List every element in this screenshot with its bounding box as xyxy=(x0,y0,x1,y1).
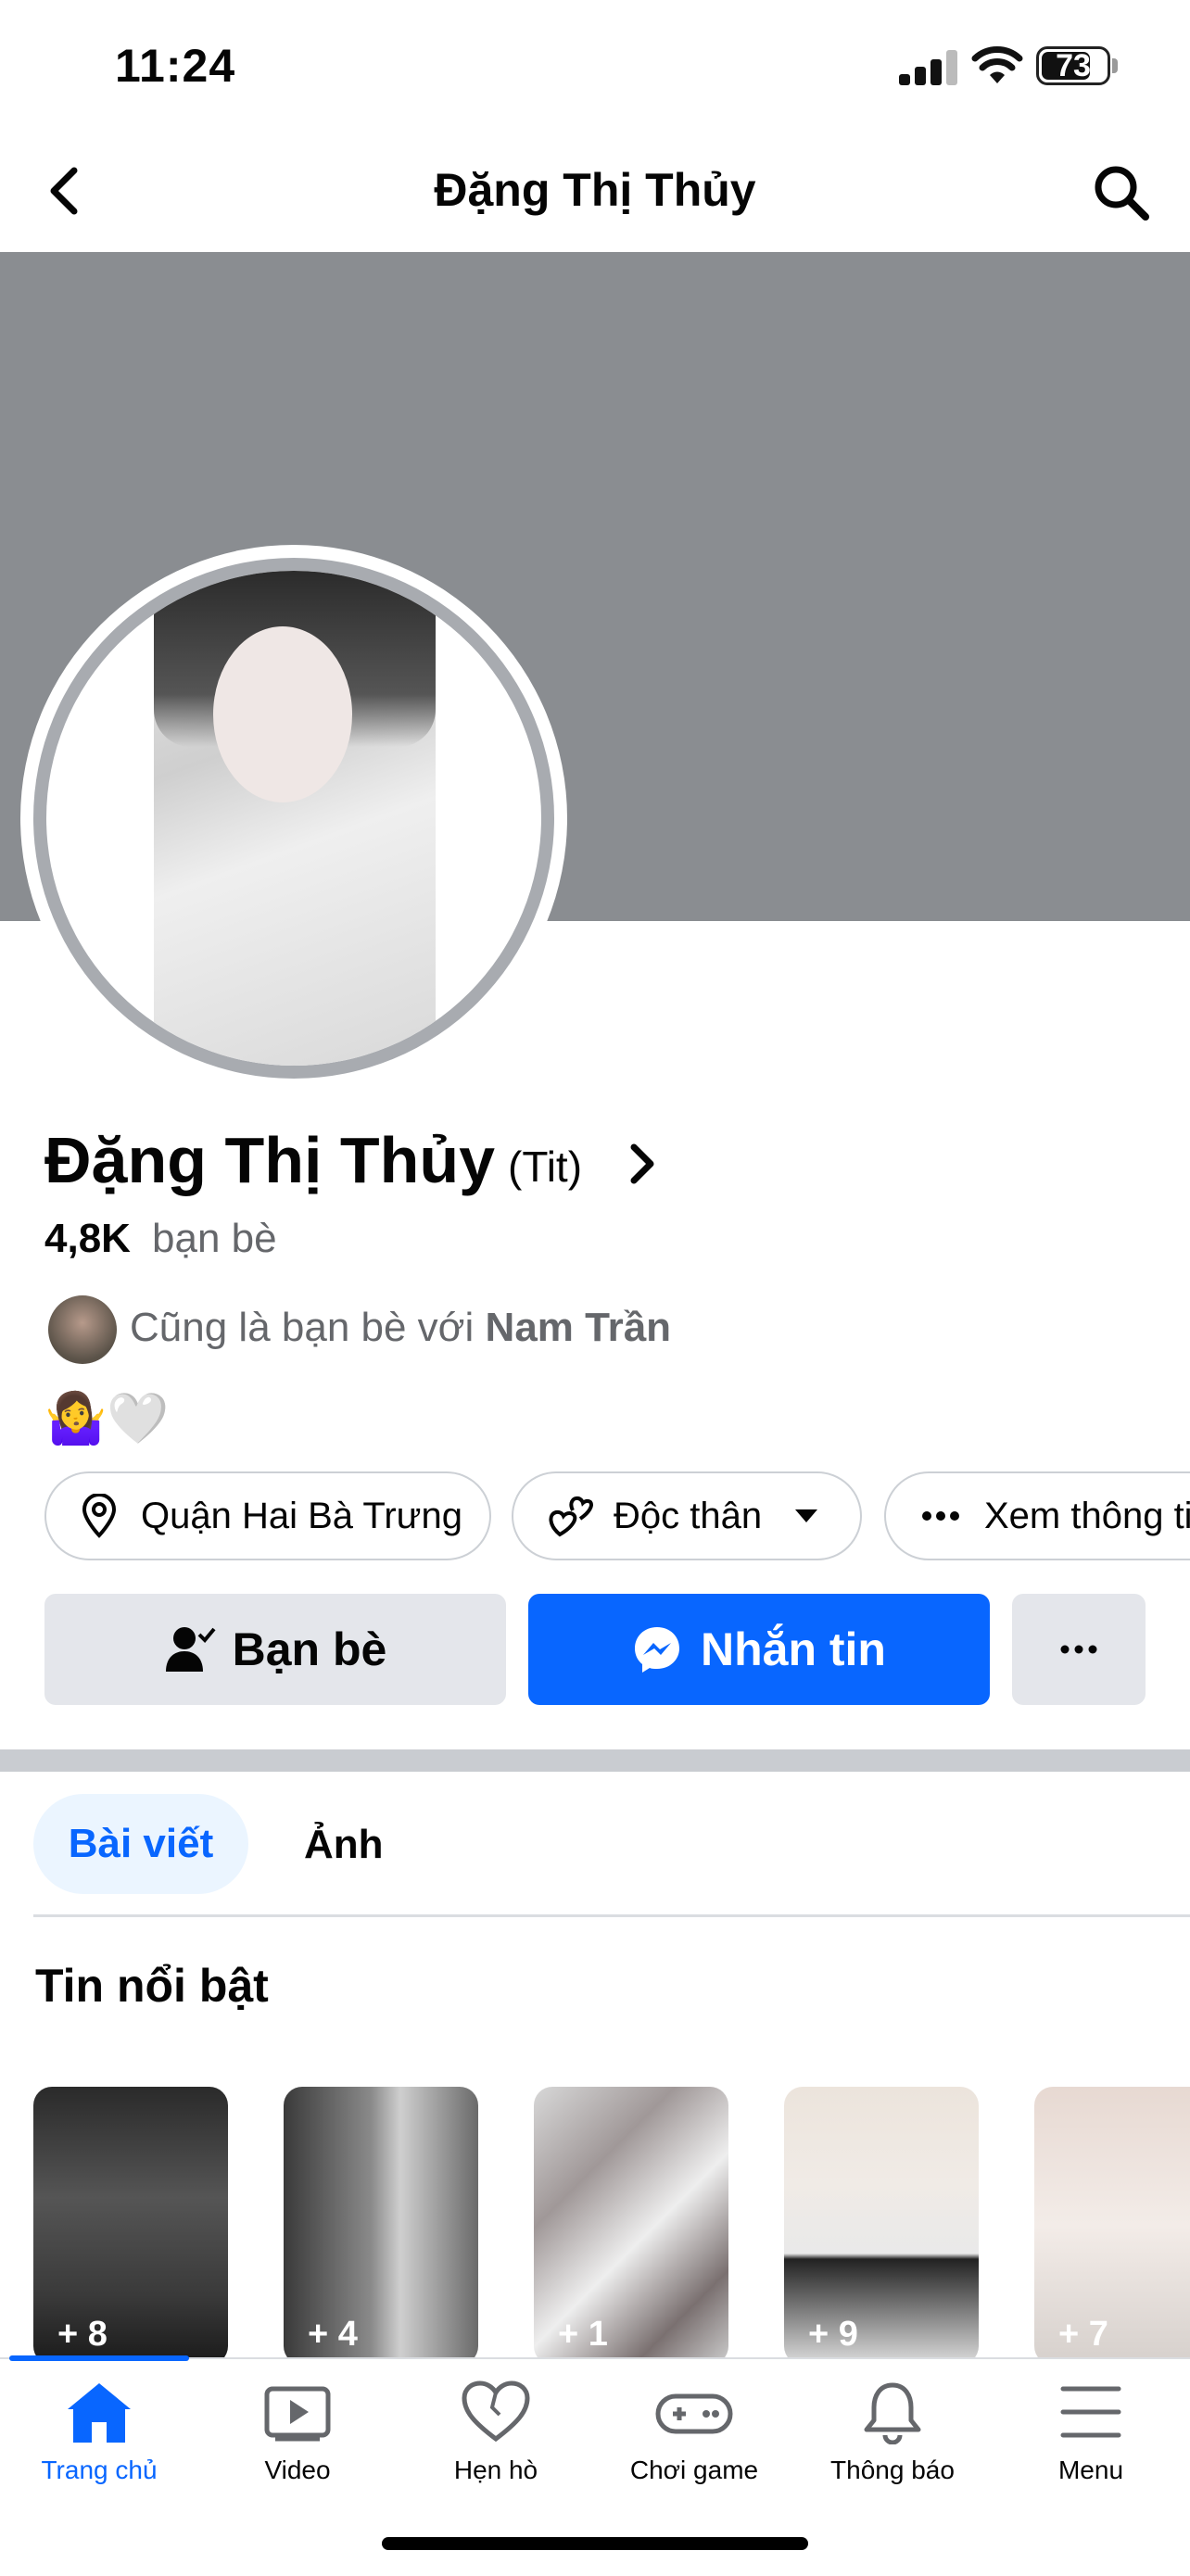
mutual-prefix: Cũng là bạn bè với xyxy=(130,1305,486,1350)
nav-label: Thông báo xyxy=(830,2456,955,2484)
bio-emoji: 🤷‍♀️🤍 xyxy=(44,1391,170,1446)
chip-location[interactable]: Quận Hai Bà Trưng xyxy=(44,1471,491,1560)
nav-label: Hẹn hò xyxy=(453,2456,538,2484)
messenger-icon xyxy=(635,1627,679,1673)
story-count: + 7 xyxy=(1058,2315,1108,2354)
highlight-story[interactable]: + 4 xyxy=(284,2087,478,2365)
profile-name: Đặng Thị Thủy xyxy=(44,1124,496,1196)
friends-label: bạn bè xyxy=(152,1216,277,1261)
highlights-title: Tin nổi bật xyxy=(35,1960,269,2012)
message-button-label: Nhắn tin xyxy=(701,1623,886,1675)
nav-home[interactable]: Trang chủ xyxy=(0,2380,198,2509)
hearts-icon xyxy=(549,1496,593,1537)
caret-down-icon xyxy=(795,1509,818,1522)
section-divider xyxy=(0,1749,1190,1772)
mutual-friend-name[interactable]: Nam Trần xyxy=(486,1305,672,1350)
chip-see-info[interactable]: Xem thông tin xyxy=(884,1471,1190,1560)
story-count: + 8 xyxy=(57,2315,108,2354)
avatar-photo-face xyxy=(213,626,352,802)
friend-check-icon xyxy=(165,1627,216,1672)
highlight-story[interactable]: + 9 xyxy=(784,2087,979,2365)
nav-gaming[interactable]: Chơi game xyxy=(595,2380,793,2509)
status-time: 11:24 xyxy=(115,40,236,92)
mutual-friend-avatar[interactable] xyxy=(48,1295,117,1364)
nav-menu[interactable]: Menu xyxy=(992,2380,1190,2509)
home-icon xyxy=(68,2383,131,2443)
menu-icon xyxy=(1060,2386,1121,2438)
story-count: + 4 xyxy=(308,2315,358,2354)
more-options-button[interactable] xyxy=(1012,1594,1146,1705)
nav-notifications[interactable]: Thông báo xyxy=(793,2380,992,2509)
battery-nub xyxy=(1112,58,1118,73)
wifi-icon xyxy=(971,46,1023,83)
location-pin-icon xyxy=(82,1494,117,1538)
story-count: + 9 xyxy=(808,2315,858,2354)
cellular-signal-icon xyxy=(899,50,958,85)
message-button[interactable]: Nhắn tin xyxy=(528,1594,990,1705)
home-indicator xyxy=(382,2537,808,2550)
nav-label: Chơi game xyxy=(629,2456,759,2484)
friends-button[interactable]: Bạn bè xyxy=(44,1594,506,1705)
battery-level: 73 xyxy=(1056,48,1091,83)
battery-icon: 73 xyxy=(1036,46,1110,85)
chevron-right-icon[interactable] xyxy=(623,1136,664,1192)
bell-icon xyxy=(864,2382,921,2444)
more-dots-icon xyxy=(922,1511,959,1521)
tab-photos[interactable]: Ảnh xyxy=(304,1822,384,1868)
gamepad-icon xyxy=(655,2393,733,2434)
page-title: Đặng Thị Thủy xyxy=(434,164,756,216)
profile-nickname: (Tit) xyxy=(508,1143,583,1191)
avatar[interactable] xyxy=(46,571,541,1066)
nav-dating[interactable]: Hẹn hò xyxy=(397,2380,595,2509)
chip-location-label: Quận Hai Bà Trưng xyxy=(141,1495,462,1536)
friends-count[interactable]: 4,8K xyxy=(44,1216,131,1262)
chip-see-info-label: Xem thông tin xyxy=(984,1495,1190,1536)
nav-label: Video xyxy=(264,2456,331,2484)
more-dots-icon xyxy=(1060,1645,1097,1654)
tabs-divider xyxy=(33,1914,1190,1917)
chip-relationship[interactable]: Độc thân xyxy=(512,1471,862,1560)
search-icon[interactable] xyxy=(1092,163,1151,222)
story-count: + 1 xyxy=(558,2315,608,2354)
highlight-story[interactable]: + 8 xyxy=(33,2087,228,2365)
highlight-story[interactable]: + 1 xyxy=(534,2087,728,2365)
nav-video[interactable]: Video xyxy=(198,2380,397,2509)
video-icon xyxy=(264,2386,331,2442)
mutual-friends-text[interactable]: Cũng là bạn bè với Nam Trần xyxy=(130,1305,671,1351)
friends-button-label: Bạn bè xyxy=(232,1623,387,1675)
tab-posts[interactable]: Bài viết xyxy=(33,1794,248,1894)
dating-heart-icon xyxy=(462,2380,530,2443)
chip-relationship-label: Độc thân xyxy=(614,1495,763,1536)
nav-label: Menu xyxy=(1057,2456,1124,2484)
active-tab-indicator xyxy=(9,2355,189,2361)
nav-label: Trang chủ xyxy=(41,2456,158,2484)
highlight-story[interactable]: + 7 xyxy=(1034,2087,1190,2365)
